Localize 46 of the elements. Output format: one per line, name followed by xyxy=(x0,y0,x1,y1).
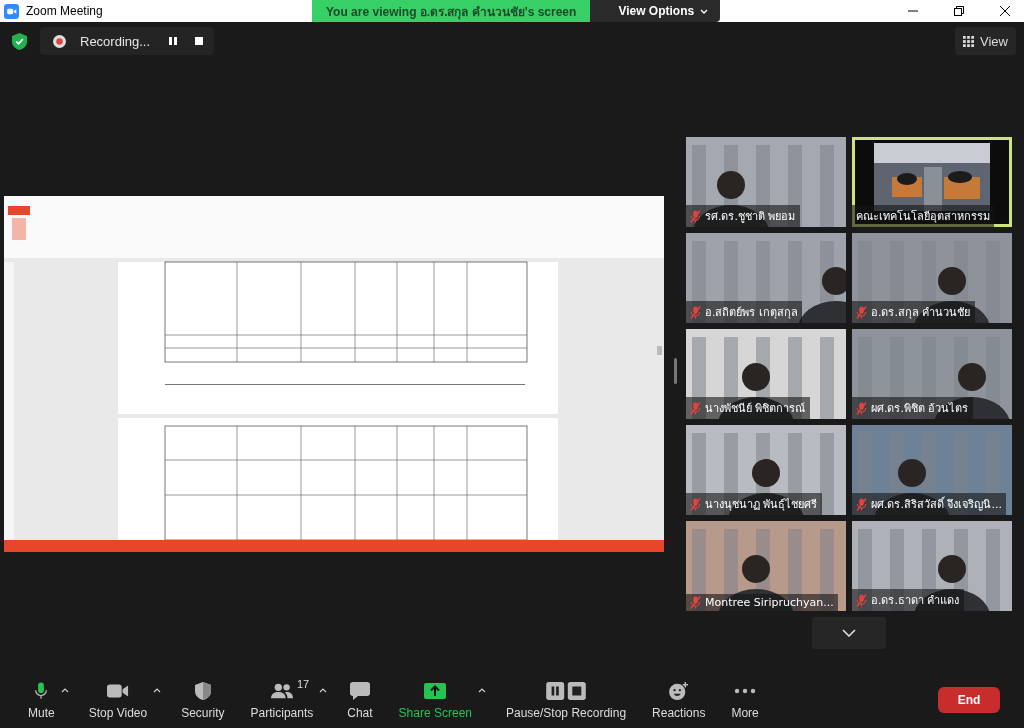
shield-icon[interactable] xyxy=(12,32,27,50)
participant-name: นางพัชนีย์ พิชิตการณ์ xyxy=(705,401,806,417)
view-button[interactable]: View xyxy=(955,27,1016,55)
caret-icon[interactable] xyxy=(153,688,162,693)
smiley-plus-icon xyxy=(667,682,690,700)
viewing-banner: You are viewing อ.ดร.สกุล คำนวนชัย's screen xyxy=(312,0,591,22)
participant-name: อ.สถิตย์พร เกตุสกุล xyxy=(705,305,798,321)
toolbar-button[interactable]: Reactions xyxy=(646,680,712,720)
end-button[interactable]: End xyxy=(938,687,1000,713)
toolbar-button[interactable]: Chat xyxy=(341,680,379,720)
toolbar-button[interactable]: Share Screen xyxy=(392,680,478,720)
participant-name: คณะเทคโนโลยีอุตสาหกรรม xyxy=(856,209,990,225)
participant-name: อ.ดร.ธาดา คำแดง xyxy=(871,593,960,609)
participant-name: Montree Siripruchyan... xyxy=(705,596,834,609)
video-camera-icon xyxy=(106,682,129,700)
toolbar-button[interactable]: Stop Video xyxy=(82,680,154,720)
toolbar-button[interactable]: More xyxy=(725,680,765,720)
participant-name: ผศ.ดร.สิริสวัสดิ์ จึงเจริญนิ... xyxy=(871,495,1002,513)
stop-icon[interactable] xyxy=(194,36,204,46)
grid-icon xyxy=(963,35,975,47)
chevron-down-icon xyxy=(700,8,709,14)
recording-dot-icon xyxy=(53,34,66,48)
caret-icon[interactable] xyxy=(319,688,328,693)
view-options-button[interactable]: View Options xyxy=(590,0,721,22)
toolbar-button[interactable]: Pause/Stop Recording xyxy=(500,680,633,720)
participant-name: ผศ.ดร.พิชิต อ้วนไตร xyxy=(871,401,969,417)
toolbar-button[interactable]: Mute xyxy=(22,680,61,720)
recording-status: Recording... xyxy=(80,33,152,49)
zoom-logo-icon xyxy=(4,3,19,19)
resize-handle[interactable] xyxy=(673,358,677,384)
participant-count: 17 xyxy=(296,678,310,690)
pause-stop-icon xyxy=(544,682,589,700)
close-icon[interactable] xyxy=(1000,6,1010,16)
participant-name: อ.ดร.สกุล คำนวนชัย xyxy=(871,305,971,321)
caret-icon[interactable] xyxy=(60,688,69,693)
chevron-down-icon xyxy=(842,629,856,637)
participant-name: รศ.ดร.ชูชาติ พยอม xyxy=(705,209,796,225)
toolbar-button[interactable]: Security xyxy=(175,680,231,720)
pause-icon[interactable] xyxy=(168,36,178,46)
restore-icon[interactable] xyxy=(954,6,964,16)
people-icon xyxy=(270,682,293,700)
participant-name: นางนุชนาฏ พันธุ์ไชยศรี xyxy=(705,497,818,513)
toolbar-button[interactable]: 17 Participants xyxy=(244,680,320,720)
caret-icon[interactable] xyxy=(478,688,486,693)
speech-bubble-icon xyxy=(348,682,371,700)
window-title: Zoom Meeting xyxy=(26,4,103,18)
